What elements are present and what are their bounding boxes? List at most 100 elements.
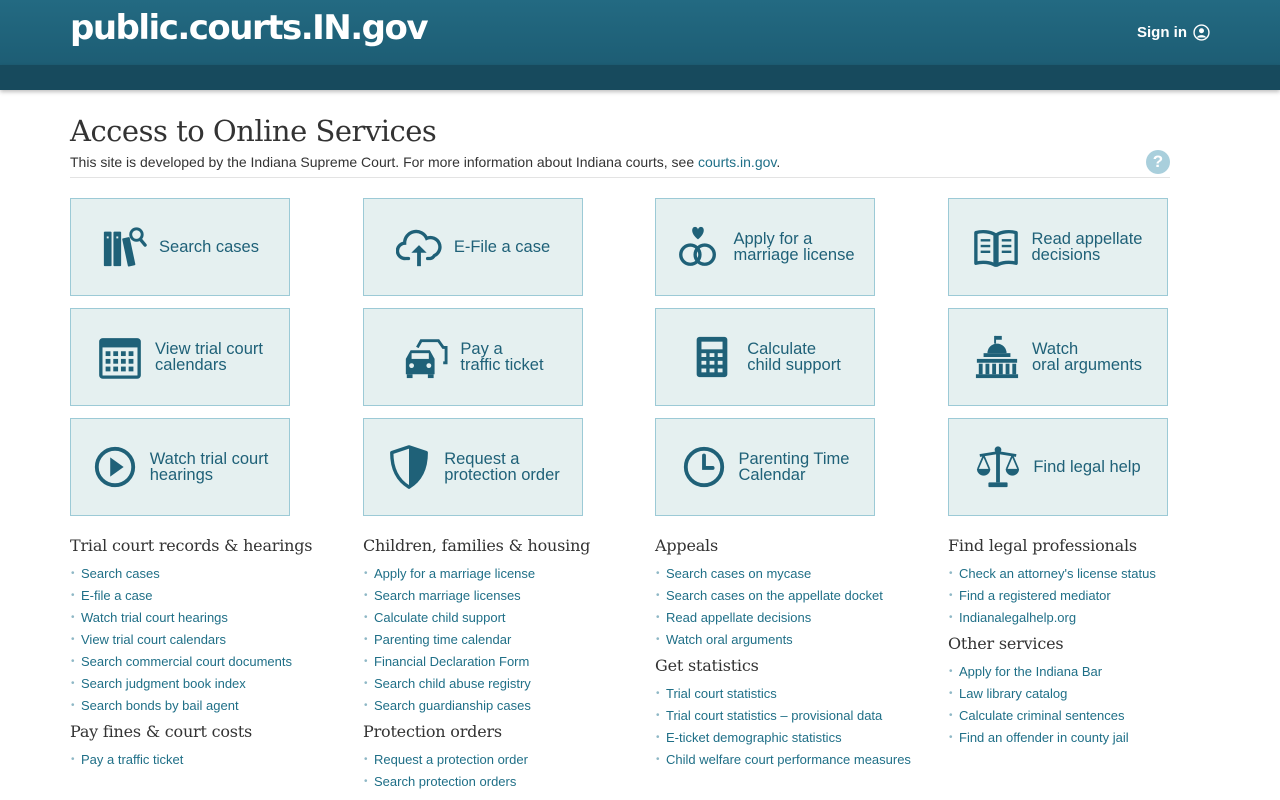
link-list: Search cases on mycase Search cases on th… <box>655 563 915 651</box>
site-logo[interactable]: public.courts.IN.gov <box>70 8 429 48</box>
list-item: E-file a case <box>70 585 330 607</box>
user-icon <box>1193 24 1210 41</box>
help-icon[interactable]: ? <box>1146 150 1170 174</box>
link-list: Apply for the Indiana Bar Law library cat… <box>948 661 1208 749</box>
service-link[interactable]: Child welfare court performance measures <box>666 752 911 767</box>
service-link[interactable]: E-file a case <box>81 588 153 603</box>
tile-trial-calendars[interactable]: View trial court calendars <box>70 308 290 406</box>
list-item: Child welfare court performance measures <box>655 749 915 771</box>
section-heading: Find legal professionals <box>948 536 1137 555</box>
section-heading: Other services <box>948 634 1064 653</box>
service-link[interactable]: Find a registered mediator <box>959 588 1111 603</box>
service-link[interactable]: Calculate criminal sentences <box>959 708 1124 723</box>
list-item: Trial court statistics <box>655 683 915 705</box>
service-link[interactable]: Search cases on the appellate docket <box>666 588 883 603</box>
list-item: Calculate child support <box>363 607 623 629</box>
section-heading: Get statistics <box>655 656 759 675</box>
list-item: Apply for the Indiana Bar <box>948 661 1208 683</box>
site-header: public.courts.IN.gov Sign in <box>0 0 1280 65</box>
courts-link[interactable]: courts.in.gov <box>698 154 776 170</box>
list-item: Read appellate decisions <box>655 607 915 629</box>
tile-appellate-decisions[interactable]: Read appellate decisions <box>948 198 1168 296</box>
service-link[interactable]: Read appellate decisions <box>666 610 811 625</box>
cars-icon <box>406 339 448 379</box>
list-item: Search bonds by bail agent <box>70 695 330 717</box>
sign-in-button[interactable]: Sign in <box>1137 24 1210 41</box>
books-search-icon <box>103 227 147 267</box>
page-title: Access to Online Services <box>70 114 437 148</box>
service-link[interactable]: Trial court statistics <box>666 686 777 701</box>
tile-child-support[interactable]: Calculate child support <box>655 308 875 406</box>
rings-heart-icon <box>679 226 717 266</box>
service-link[interactable]: Watch trial court hearings <box>81 610 228 625</box>
tile-oral-arguments[interactable]: Watch oral arguments <box>948 308 1168 406</box>
list-item: Calculate criminal sentences <box>948 705 1208 727</box>
service-link[interactable]: Search child abuse registry <box>374 676 531 691</box>
service-link[interactable]: Pay a traffic ticket <box>81 752 183 767</box>
link-list: Search cases E-file a case Watch trial cou… <box>70 563 330 717</box>
play-circle-icon <box>94 446 135 488</box>
tile-marriage-license[interactable]: Apply for a marriage license <box>655 198 875 296</box>
section-heading: Pay fines & court costs <box>70 722 253 741</box>
service-link[interactable]: Search protection orders <box>374 774 516 789</box>
list-item: Indianalegalhelp.org <box>948 607 1208 629</box>
list-item: Search judgment book index <box>70 673 330 695</box>
service-link[interactable]: Financial Declaration Form <box>374 654 529 669</box>
service-link[interactable]: Check an attorney's license status <box>959 566 1156 581</box>
list-item: Search cases <box>70 563 330 585</box>
tile-traffic-ticket[interactable]: Pay a traffic ticket <box>363 308 583 406</box>
service-link[interactable]: Search guardianship cases <box>374 698 531 713</box>
service-link[interactable]: Search cases <box>81 566 160 581</box>
link-list: Check an attorney's license status Find a… <box>948 563 1208 629</box>
service-link[interactable]: Search judgment book index <box>81 676 246 691</box>
shield-icon <box>390 445 429 489</box>
tile-label: Find legal help <box>1033 458 1141 476</box>
calendar-icon <box>99 338 141 379</box>
service-link[interactable]: Trial court statistics – provisional dat… <box>666 708 882 723</box>
tile-label: Pay a traffic ticket <box>460 340 544 374</box>
service-link[interactable]: Search marriage licenses <box>374 588 521 603</box>
service-link[interactable]: Search commercial court documents <box>81 654 292 669</box>
service-link[interactable]: View trial court calendars <box>81 632 226 647</box>
service-link[interactable]: Watch oral arguments <box>666 632 793 647</box>
tile-label: E-File a case <box>453 238 551 256</box>
service-link[interactable]: Apply for the Indiana Bar <box>959 664 1102 679</box>
service-link[interactable]: Parenting time calendar <box>374 632 511 647</box>
list-item: Search cases on mycase <box>655 563 915 585</box>
tile-label: Watch oral arguments <box>1031 340 1143 374</box>
service-link[interactable]: Search cases on mycase <box>666 566 811 581</box>
links-column-trial-court: Trial court records & hearings Search ca… <box>70 535 330 775</box>
tile-search-cases[interactable]: Search cases <box>70 198 290 296</box>
sign-in-label: Sign in <box>1137 24 1187 41</box>
links-column-appeals: Appeals Search cases on mycaseSearch cas… <box>655 535 915 775</box>
tile-label: Request a protection order <box>444 450 560 484</box>
section-heading: Trial court records & hearings <box>70 536 313 555</box>
tile-legal-help[interactable]: Find legal help <box>948 418 1168 516</box>
service-link[interactable]: E-ticket demographic statistics <box>666 730 842 745</box>
tile-protection-order[interactable]: Request a protection order <box>363 418 583 516</box>
list-item: E-ticket demographic statistics <box>655 727 915 749</box>
list-item: Financial Declaration Form <box>363 651 623 673</box>
service-link[interactable]: Search bonds by bail agent <box>81 698 239 713</box>
clock-icon <box>683 446 724 488</box>
service-link[interactable]: Calculate child support <box>374 610 506 625</box>
list-item: Search commercial court documents <box>70 651 330 673</box>
service-link[interactable]: Apply for a marriage license <box>374 566 535 581</box>
service-link[interactable]: Request a protection order <box>374 752 528 767</box>
service-link[interactable]: Find an offender in county jail <box>959 730 1129 745</box>
tile-parenting-calendar[interactable]: Parenting Time Calendar <box>655 418 875 516</box>
list-item: Find an offender in county jail <box>948 727 1208 749</box>
cloud-upload-icon <box>395 229 442 267</box>
service-link[interactable]: Law library catalog <box>959 686 1067 701</box>
tile-label: Apply for a marriage license <box>733 230 855 264</box>
section-heading: Children, families & housing <box>363 536 591 555</box>
tile-trial-hearings[interactable]: Watch trial court hearings <box>70 418 290 516</box>
tile-efile[interactable]: E-File a case <box>363 198 583 296</box>
list-item: Search child abuse registry <box>363 673 623 695</box>
tile-label: View trial court calendars <box>155 340 263 374</box>
service-link[interactable]: Indianalegalhelp.org <box>959 610 1076 625</box>
statehouse-icon <box>975 335 1019 379</box>
list-item: Check an attorney's license status <box>948 563 1208 585</box>
list-item: Request a protection order <box>363 749 623 771</box>
intro-text: This site is developed by the Indiana Su… <box>70 154 780 170</box>
